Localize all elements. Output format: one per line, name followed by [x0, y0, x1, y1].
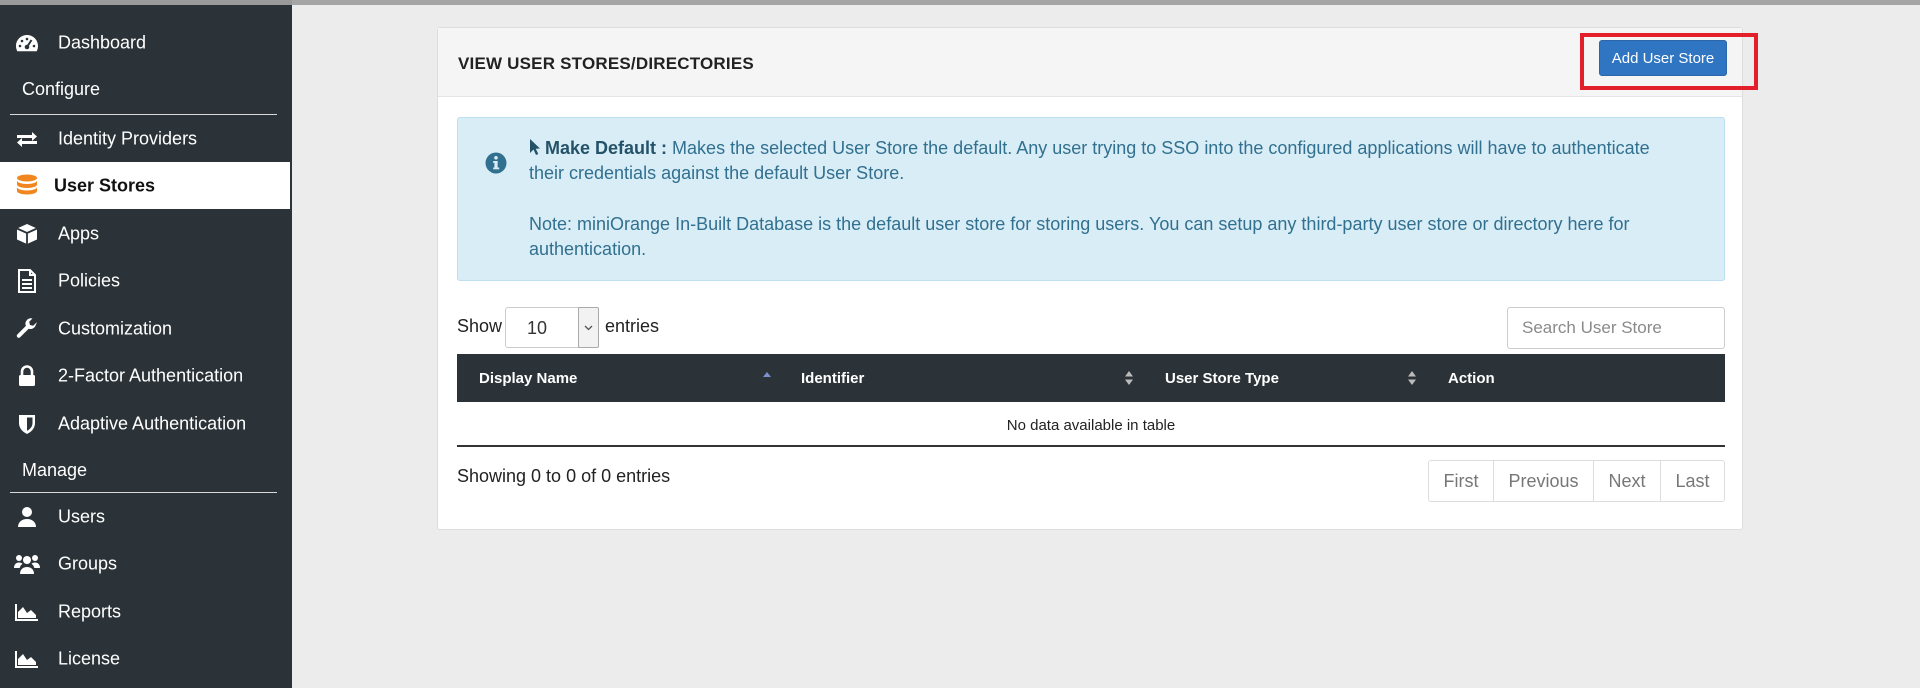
sidebar-item-label: Apps [58, 223, 100, 243]
sidebar-item-label: Policies [58, 270, 121, 290]
sidebar-item-apps[interactable]: Apps [0, 210, 290, 257]
pagination-previous-button[interactable]: Previous [1494, 461, 1594, 501]
sidebar-item-policies[interactable]: Policies [0, 257, 290, 304]
sidebar-item-dashboard[interactable]: Dashboard [0, 19, 290, 66]
section-label-configure: Configure [22, 79, 101, 99]
sort-asc-icon [763, 372, 771, 377]
sidebar-item-label: Reports [58, 601, 122, 621]
entries-value: 10 [527, 318, 548, 338]
column-header-action: Action [1448, 370, 1495, 387]
chevron-down-icon[interactable] [578, 307, 599, 348]
cube-icon [14, 222, 40, 246]
search-input[interactable] [1507, 307, 1725, 349]
sidebar-item-customization[interactable]: Customization [0, 305, 290, 352]
wrench-icon [14, 317, 40, 341]
make-default-description: Makes the selected User Store the defaul… [529, 138, 1650, 183]
sidebar-item-label: Users [58, 506, 106, 526]
database-icon [14, 174, 40, 198]
show-label: Show [457, 316, 503, 336]
exchange-arrows-icon [14, 127, 40, 151]
column-header-user-store-type[interactable]: User Store Type [1143, 354, 1426, 402]
sort-icon [1408, 371, 1416, 385]
sidebar-item-label: Groups [58, 553, 118, 573]
info-circle-icon [485, 152, 507, 174]
table-header: Display Name Identifier User Store Type … [457, 354, 1725, 402]
column-header-display-name[interactable]: Display Name [457, 354, 777, 402]
info-make-default-text: Make Default : Makes the selected User S… [529, 136, 1679, 186]
sort-icon [1125, 371, 1133, 385]
sidebar-item-label: 2-Factor Authentication [58, 365, 244, 385]
add-user-store-button[interactable]: Add User Store [1599, 40, 1727, 76]
pointer-cursor-icon [529, 138, 541, 156]
pagination-next-button[interactable]: Next [1594, 461, 1661, 501]
pagination-last-button[interactable]: Last [1661, 461, 1724, 501]
info-note-text: Note: miniOrange In-Built Database is th… [529, 214, 1630, 259]
user-stores-panel: VIEW USER STORES/DIRECTORIES Add User St… [437, 27, 1743, 530]
user-icon [14, 505, 40, 529]
sidebar-item-label: Identity Providers [58, 128, 198, 148]
section-label-manage: Manage [22, 460, 88, 480]
entries-label: entries [605, 316, 660, 336]
dashboard-icon [14, 31, 40, 55]
area-chart-icon [14, 600, 40, 624]
sidebar-item-users[interactable]: Users [0, 493, 290, 540]
sidebar-item-2-factor-authentication[interactable]: 2-Factor Authentication [0, 352, 290, 399]
sidebar-item-label: Dashboard [58, 32, 147, 52]
users-group-icon [14, 552, 40, 576]
sidebar-item-label: Customization [58, 318, 173, 338]
entries-per-page-select[interactable]: 10 [505, 307, 599, 348]
pagination: First Previous Next Last [1428, 460, 1725, 502]
sidebar-item-label: License [58, 648, 121, 668]
column-header-identifier[interactable]: Identifier [779, 354, 1143, 402]
sidebar-item-groups[interactable]: Groups [0, 540, 290, 587]
panel-header: VIEW USER STORES/DIRECTORIES Add User St… [438, 28, 1742, 97]
page-title: VIEW USER STORES/DIRECTORIES [458, 54, 754, 73]
sidebar-item-adaptive-authentication[interactable]: Adaptive Authentication [0, 400, 290, 447]
sidebar-item-license[interactable]: License [0, 635, 290, 682]
sidebar-item-label: User Stores [54, 175, 156, 195]
make-default-label: Make Default : [545, 138, 668, 158]
empty-table-message: No data available in table [457, 402, 1725, 447]
area-chart-icon [14, 647, 40, 671]
shield-icon [14, 412, 40, 436]
document-icon [14, 268, 40, 293]
sidebar-item-label: Adaptive Authentication [58, 413, 247, 433]
pagination-first-button[interactable]: First [1429, 461, 1494, 501]
lock-icon [14, 364, 40, 388]
table-info-text: Showing 0 to 0 of 0 entries [457, 466, 671, 486]
info-alert: Make Default : Makes the selected User S… [457, 117, 1725, 281]
sidebar-item-reports[interactable]: Reports [0, 588, 290, 635]
sidebar-item-identity-providers[interactable]: Identity Providers [0, 115, 290, 162]
top-border [292, 0, 1920, 5]
sidebar-item-user-stores[interactable]: User Stores [0, 162, 290, 209]
sidebar: Dashboard Configure Identity Providers U… [0, 0, 292, 688]
